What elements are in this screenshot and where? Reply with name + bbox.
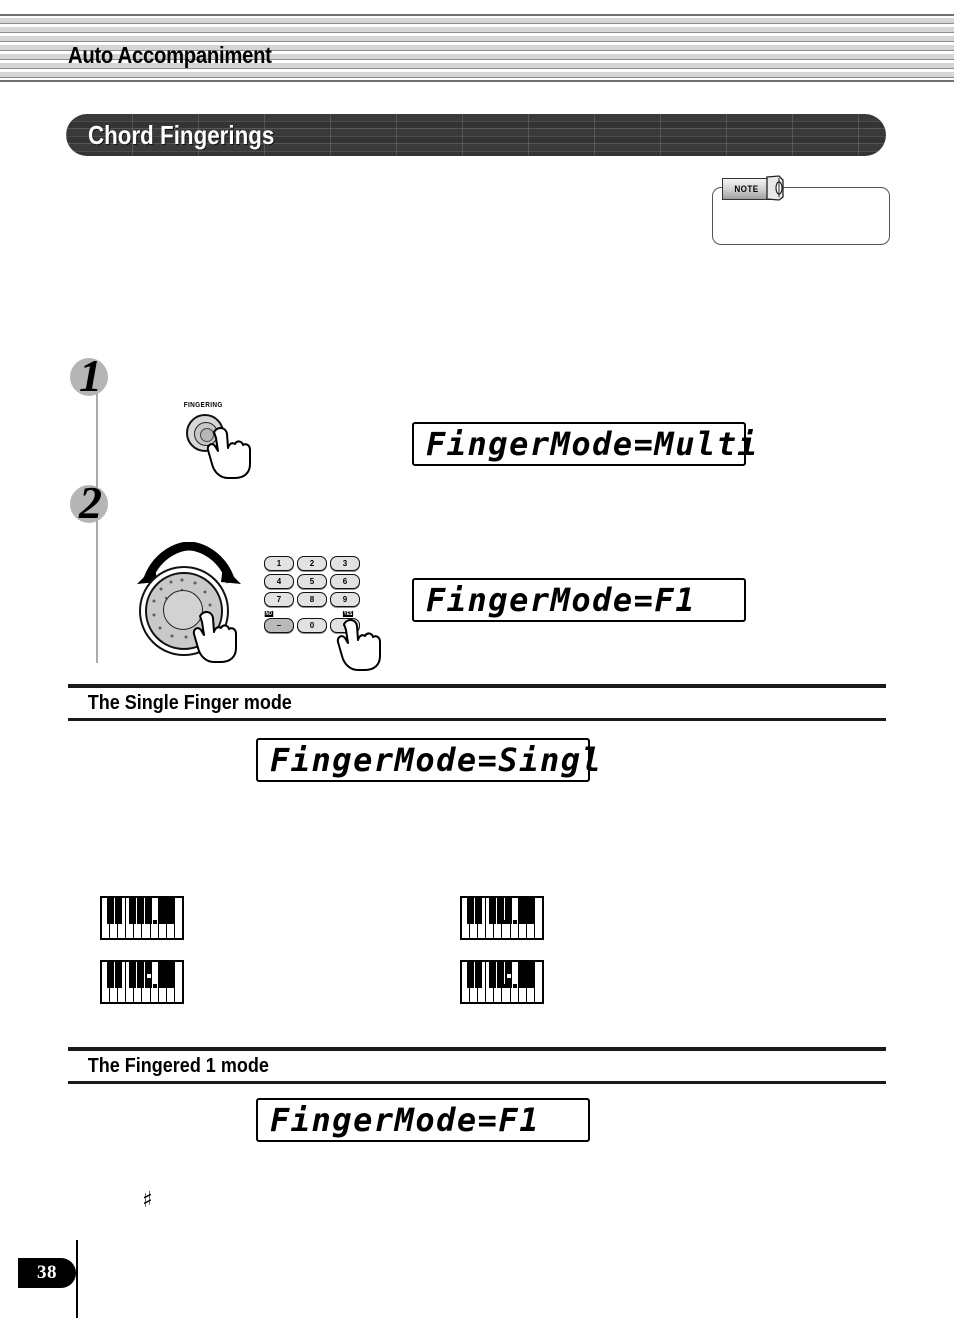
black-key: [145, 898, 152, 924]
black-key: [489, 962, 496, 988]
step-number: 1: [79, 350, 102, 401]
note-curl-icon: [766, 175, 784, 201]
lcd-display-step-1: FingerMode=Multi: [412, 422, 757, 466]
keypad-key-3[interactable]: 3: [330, 556, 360, 571]
left-margin-rule: [76, 1240, 78, 1318]
black-key: [519, 962, 526, 988]
step-badge-2: 2: [70, 480, 112, 527]
lcd-text: FingerMode=Singl: [270, 741, 603, 779]
black-key: [129, 898, 136, 924]
keypad-key-minus[interactable]: –: [264, 618, 294, 633]
keypad-key-2[interactable]: 2: [297, 556, 327, 571]
lcd-text: FingerMode=F1: [426, 581, 696, 619]
keypad-key-4[interactable]: 4: [264, 574, 294, 589]
lcd-text: FingerMode=Multi: [426, 425, 759, 463]
keyboard-diagram-4: [460, 960, 544, 1004]
note-tab: NOTE: [722, 178, 772, 200]
black-key: [115, 898, 122, 924]
black-key: [527, 962, 534, 988]
pointing-hand-icon: [336, 619, 381, 671]
white-key: [175, 898, 182, 938]
running-head-bottom-rule: [0, 80, 954, 82]
step-badge-1: 1: [70, 353, 112, 400]
section-heading: The Single Finger mode: [87, 692, 292, 714]
black-key: [527, 898, 534, 924]
black-key: [167, 962, 174, 988]
black-key: [497, 962, 504, 988]
note-tab-label: NOTE: [734, 184, 760, 194]
black-key: [137, 962, 144, 988]
keyboard-diagram-3: [100, 960, 184, 1004]
pointing-hand-icon: [192, 611, 237, 663]
black-key: [475, 962, 482, 988]
keypad-key-5[interactable]: 5: [297, 574, 327, 589]
key-marker-dot: [512, 920, 517, 924]
key-marker-dot: [152, 920, 157, 924]
black-key: [145, 962, 152, 988]
fingering-button-label: FINGERING: [183, 402, 223, 409]
black-key: [129, 962, 136, 988]
keypad-key-8[interactable]: 8: [297, 592, 327, 607]
black-key: [107, 962, 114, 988]
section-fingered-1-mode: The Fingered 1 mode: [68, 1047, 886, 1084]
keypad-row: 1 2 3: [264, 556, 360, 571]
keypad-row: 7 8 9: [264, 592, 360, 607]
black-key: [497, 898, 504, 924]
black-key: [519, 898, 526, 924]
keypad-key-6[interactable]: 6: [330, 574, 360, 589]
section-rule-bottom: [68, 1081, 886, 1084]
black-key: [115, 962, 122, 988]
section-single-finger-mode: The Single Finger mode: [68, 684, 886, 721]
keypad-no-label: NO: [264, 611, 273, 617]
white-key: [535, 962, 542, 1002]
running-head-top-rule: [0, 14, 954, 16]
sharp-symbol: ♯: [142, 1188, 153, 1213]
key-marker-dot: [146, 974, 151, 978]
black-key: [107, 898, 114, 924]
lcd-display-fingered-1: FingerMode=F1: [256, 1098, 590, 1142]
keypad-key-1[interactable]: 1: [264, 556, 294, 571]
black-key: [505, 898, 512, 924]
key-marker-dot: [506, 974, 511, 978]
lcd-text: FingerMode=F1: [270, 1101, 540, 1139]
running-head-title: Auto Accompaniment: [68, 42, 272, 68]
keypad-key-9[interactable]: 9: [330, 592, 360, 607]
key-marker-dot: [512, 984, 517, 988]
step-number: 2: [79, 477, 102, 528]
black-key: [159, 898, 166, 924]
black-key: [505, 962, 512, 988]
lcd-display-step-2: FingerMode=F1: [412, 578, 746, 622]
pointing-hand-icon: [206, 427, 251, 479]
black-key: [489, 898, 496, 924]
key-marker-dot: [152, 984, 157, 988]
black-key: [137, 898, 144, 924]
white-key: [175, 962, 182, 1002]
black-key: [167, 898, 174, 924]
keyboard-diagram-2: [460, 896, 544, 940]
lcd-display-single-finger: FingerMode=Singl: [256, 738, 601, 782]
section-heading: The Fingered 1 mode: [87, 1055, 269, 1077]
page-number-tab: 38: [18, 1258, 76, 1288]
black-key: [467, 898, 474, 924]
keypad-key-7[interactable]: 7: [264, 592, 294, 607]
black-key: [467, 962, 474, 988]
section-rule-bottom: [68, 718, 886, 721]
page-number: 38: [37, 1262, 57, 1283]
keyboard-diagram-1: [100, 896, 184, 940]
page-title: Chord Fingerings: [88, 120, 275, 150]
black-key: [475, 898, 482, 924]
keypad-key-0[interactable]: 0: [297, 618, 327, 633]
white-key: [535, 898, 542, 938]
keypad-row: 4 5 6: [264, 574, 360, 589]
black-key: [159, 962, 166, 988]
